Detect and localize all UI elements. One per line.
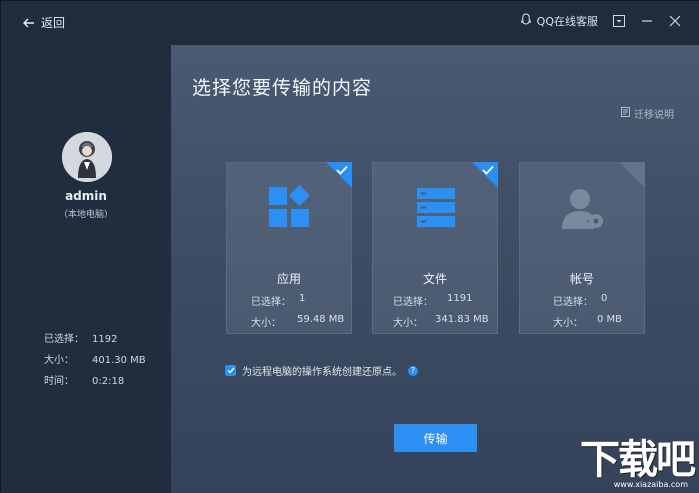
menu-down-icon — [613, 15, 625, 27]
card-apps-selected-value: 1 — [299, 293, 306, 304]
restore-point-label: 为远程电脑的操作系统创建还原点。 — [242, 367, 402, 378]
card-accounts[interactable]: 帐号 已选择： 0 大小： 0 MB — [519, 162, 645, 334]
card-apps-size-value: 59.48 MB — [297, 314, 345, 325]
migration-help-link[interactable]: 迁移说明 — [621, 106, 674, 121]
summary-selected-value: 1192 — [92, 334, 118, 345]
user-subtitle: （本地电脑） — [58, 210, 113, 220]
watermark-logo: 下载吧 www.xiazaiba.com — [554, 427, 696, 489]
account-icon — [562, 189, 605, 230]
minimize-button[interactable] — [640, 14, 654, 28]
arrow-left-icon — [23, 18, 35, 28]
watermark-url: www.xiazaiba.com — [613, 480, 688, 489]
help-question-icon[interactable]: ? — [408, 365, 418, 376]
card-apps-selected-label: 已选择： — [251, 297, 291, 308]
checkmark-icon — [482, 165, 494, 175]
card-accounts-size-label: 大小： — [553, 318, 583, 329]
dropdown-menu-button[interactable] — [612, 14, 626, 28]
username: admin — [65, 189, 107, 203]
card-files-selected-label: 已选择： — [393, 297, 433, 308]
checkbox-check-icon — [227, 367, 235, 374]
avatar — [62, 132, 112, 182]
card-apps[interactable]: 应用 已选择： 1 大小： 59.48 MB — [226, 162, 352, 334]
card-apps-title: 应用 — [276, 272, 301, 286]
summary-size-row: 大小： 401.30 MB — [44, 350, 146, 371]
card-accounts-title: 帐号 — [569, 272, 594, 286]
card-accounts-size-value: 0 MB — [597, 314, 623, 325]
close-button[interactable] — [668, 14, 682, 28]
summary-selected-row: 已选择： 1192 — [44, 329, 146, 350]
restore-point-option: 为远程电脑的操作系统创建还原点。 ? — [225, 363, 418, 378]
summary-time-row: 时间： 0:2:18 — [44, 371, 146, 392]
title-bar: 返回 QQ在线客服 — [1, 1, 699, 46]
user-avatar-icon — [62, 132, 112, 182]
files-icon — [417, 188, 455, 227]
qq-support-label: QQ在线客服 — [536, 15, 598, 28]
transfer-button[interactable]: 传输 — [394, 424, 477, 452]
document-icon — [621, 107, 630, 120]
card-accounts-corner — [619, 162, 645, 188]
summary-selected-label: 已选择： — [44, 334, 84, 345]
left-panel: admin （本地电脑） 已选择： 1192 大小： 401.30 MB 时间：… — [1, 45, 171, 493]
summary-size-label: 大小： — [44, 355, 74, 366]
card-files-size: 大小： 341.83 MB — [393, 314, 489, 329]
checkmark-icon — [336, 165, 348, 175]
main-panel: 选择您要传输的内容 迁移说明 应用 已选择： 1 大小： 59.48 MB 文件… — [171, 45, 699, 493]
back-button[interactable]: 返回 — [23, 14, 65, 31]
card-apps-selected: 已选择： 1 — [251, 293, 305, 308]
card-files-selected: 已选择： 1191 — [393, 293, 472, 308]
page-title: 选择您要传输的内容 — [192, 77, 373, 99]
card-apps-size-label: 大小： — [251, 318, 281, 329]
card-apps-size: 大小： 59.48 MB — [251, 314, 344, 329]
qq-support-link[interactable]: QQ在线客服 — [520, 13, 598, 29]
app-window: 返回 QQ在线客服 admin （本地电脑） 已选择： 1192 大小： 401… — [0, 0, 699, 493]
card-files-selected-value: 1191 — [447, 293, 473, 304]
back-label: 返回 — [41, 16, 66, 30]
summary-size-value: 401.30 MB — [92, 355, 146, 366]
card-files[interactable]: 文件 已选择： 1191 大小： 341.83 MB — [372, 162, 498, 334]
close-icon — [669, 15, 681, 27]
card-files-size-value: 341.83 MB — [435, 314, 489, 325]
card-accounts-selected-value: 0 — [601, 293, 608, 304]
migration-help-label: 迁移说明 — [634, 110, 674, 121]
qq-icon — [520, 13, 532, 29]
card-files-size-label: 大小： — [393, 318, 423, 329]
summary-time-value: 0:2:18 — [92, 376, 125, 387]
transfer-summary: 已选择： 1192 大小： 401.30 MB 时间： 0:2:18 — [44, 329, 146, 392]
watermark-text: 下载吧 — [580, 436, 696, 483]
card-files-title: 文件 — [422, 272, 447, 286]
card-accounts-selected-label: 已选择： — [553, 297, 593, 308]
minimize-icon — [642, 20, 652, 22]
apps-icon — [269, 185, 311, 227]
card-accounts-size: 大小： 0 MB — [553, 314, 622, 329]
summary-time-label: 时间： — [44, 376, 74, 387]
restore-point-checkbox[interactable] — [225, 365, 236, 376]
card-accounts-selected: 已选择： 0 — [553, 293, 607, 308]
